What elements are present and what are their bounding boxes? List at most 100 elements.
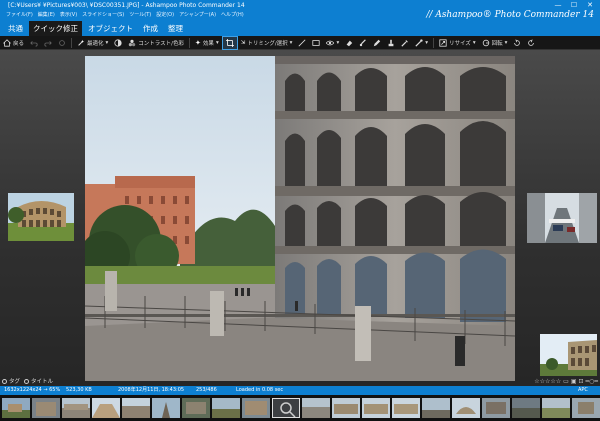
tab-create[interactable]: 作成	[139, 21, 162, 36]
refresh-button[interactable]	[55, 36, 69, 50]
radio-icon	[24, 378, 30, 384]
optimize-button[interactable]: 最適化 ▾	[74, 36, 111, 50]
undo-button[interactable]	[27, 36, 41, 50]
filmstrip-thumbnail-current[interactable]	[272, 398, 300, 418]
chevron-down-icon: ▾	[504, 39, 508, 46]
slider-icon[interactable]: ━○━	[586, 378, 598, 385]
select-rect-button[interactable]	[309, 36, 323, 50]
filmstrip-thumbnail[interactable]	[212, 398, 240, 418]
pen-icon	[374, 39, 381, 46]
resize-button[interactable]: リサイズ ▾	[436, 36, 479, 50]
rating-and-view-controls: ☆☆☆☆☆ ▭ ▣ ⊡ ━○━	[534, 378, 598, 385]
menu-ashampoo[interactable]: アシャンプー(A)	[179, 11, 216, 20]
rotate-button[interactable]: 回転 ▾	[479, 36, 511, 50]
filmstrip-thumbnail[interactable]	[242, 398, 270, 418]
menu-settings[interactable]: 設定(O)	[156, 11, 174, 20]
home-icon	[3, 38, 11, 47]
tab-common[interactable]: 共通	[4, 21, 27, 36]
status-apc: APC	[578, 387, 588, 393]
redo-icon	[44, 40, 52, 47]
filmstrip-thumbnail[interactable]	[32, 398, 60, 418]
title-toggle[interactable]: タイトル	[24, 377, 53, 385]
filmstrip-thumbnail[interactable]	[62, 398, 90, 418]
filmstrip-thumbnail[interactable]	[512, 398, 540, 418]
next-image-thumbnail[interactable]	[527, 193, 597, 243]
filmstrip-thumbnail[interactable]	[392, 398, 420, 418]
menu-tools[interactable]: ツール(T)	[129, 11, 151, 20]
tab-object[interactable]: オブジェクト	[84, 21, 137, 36]
ribbon-tabs: 共通 クイック修正 オブジェクト 作成 整理	[0, 20, 600, 36]
status-filesize: 523,30 KB	[66, 387, 92, 393]
tab-organize[interactable]: 整理	[164, 21, 187, 36]
status-loaded: Loaded in 0.08 sec	[236, 387, 284, 393]
brand-logo: // Ashampoo® Photo Commander 14	[426, 10, 594, 20]
filmstrip-thumbnail[interactable]	[332, 398, 360, 418]
dropper-button[interactable]	[398, 36, 412, 50]
status-date: 2008年12月11日, 18:43:05	[118, 387, 185, 393]
menu-slideshow[interactable]: スライドショー(S)	[82, 11, 124, 20]
rectangle-select-icon	[312, 39, 321, 46]
menu-edit[interactable]: 編集(E)	[38, 11, 55, 20]
tag-toggle[interactable]: タグ	[2, 377, 20, 385]
filmstrip-thumbnail[interactable]	[572, 398, 600, 418]
status-index: 253/486	[196, 387, 217, 393]
crop-select-button[interactable]: ⇲ トリミング/選択 ▾	[238, 36, 296, 50]
filmstrip-thumbnail[interactable]	[92, 398, 120, 418]
filmstrip-thumbnail[interactable]	[152, 398, 180, 418]
zoom-icon[interactable]: ⊡	[579, 378, 584, 385]
rotate-right-button[interactable]	[524, 36, 538, 50]
filmstrip-thumbnail[interactable]	[302, 398, 330, 418]
main-photo[interactable]	[85, 56, 515, 381]
back-label: 戻る	[13, 40, 25, 47]
color-circles-icon	[129, 39, 136, 46]
filmstrip-thumbnail[interactable]	[542, 398, 570, 418]
erase-button[interactable]	[342, 36, 356, 50]
rotate-left-button[interactable]	[510, 36, 524, 50]
chevron-down-icon: ▾	[215, 39, 219, 46]
menu-help[interactable]: ヘルプ(H)	[221, 11, 244, 20]
heal-button[interactable]: ▾	[412, 36, 431, 50]
redo-button[interactable]	[41, 36, 55, 50]
tab-quick-fix[interactable]: クイック修正	[29, 21, 82, 36]
brush-button[interactable]	[356, 36, 370, 50]
optimize-label: 最適化	[87, 40, 104, 47]
chevron-down-icon: ▾	[289, 39, 293, 46]
rotate-left-icon	[514, 38, 521, 46]
menu-view[interactable]: 表示(V)	[60, 11, 77, 20]
filmstrip-thumbnail[interactable]	[182, 398, 210, 418]
resize-icon	[439, 38, 447, 47]
magic-wand-icon	[78, 39, 85, 46]
crop-tool-button[interactable]	[221, 35, 238, 50]
rotate-arrow-icon	[482, 39, 489, 46]
colosseum-thumbnail-image	[8, 193, 74, 241]
menu-file[interactable]: ファイル(F)	[6, 11, 33, 20]
resize-label: リサイズ	[448, 40, 471, 47]
previous-image-thumbnail[interactable]	[8, 193, 74, 241]
dropper-icon	[401, 39, 409, 47]
clone-button[interactable]	[384, 36, 398, 50]
fit-icon[interactable]: ▭	[563, 378, 569, 385]
effects-button[interactable]: ✦ 効果 ▾	[192, 36, 222, 50]
contrast-button[interactable]	[111, 36, 125, 50]
straighten-button[interactable]	[295, 36, 309, 50]
color-button[interactable]: コントラスト/色彩	[125, 36, 187, 50]
star-rating[interactable]: ☆☆☆☆☆	[534, 378, 561, 385]
filmstrip-thumbnail[interactable]	[482, 398, 510, 418]
filmstrip-thumbnail[interactable]	[452, 398, 480, 418]
back-button[interactable]: 戻る	[0, 36, 27, 50]
fullscreen-icon[interactable]: ▣	[571, 378, 577, 385]
filmstrip-thumbnail[interactable]	[2, 398, 30, 418]
refresh-icon	[59, 39, 65, 46]
window-title: [C:¥Users¥ ¥Pictures¥003\ ¥DSC00351.JPG]…	[8, 2, 245, 9]
chevron-down-icon: ▾	[425, 39, 428, 46]
filmstrip-thumbnail[interactable]	[122, 398, 150, 418]
pen-button[interactable]	[370, 36, 384, 50]
eye-icon	[326, 40, 335, 45]
red-eye-button[interactable]: ▾	[323, 36, 342, 50]
effects-label: 効果	[202, 40, 214, 47]
wand-icon	[415, 38, 423, 47]
filmstrip-thumbnail[interactable]	[422, 398, 450, 418]
next-image-thumbnail-2[interactable]	[540, 334, 597, 376]
crop-select-label: トリミング/選択	[247, 40, 288, 47]
filmstrip-thumbnail[interactable]	[362, 398, 390, 418]
